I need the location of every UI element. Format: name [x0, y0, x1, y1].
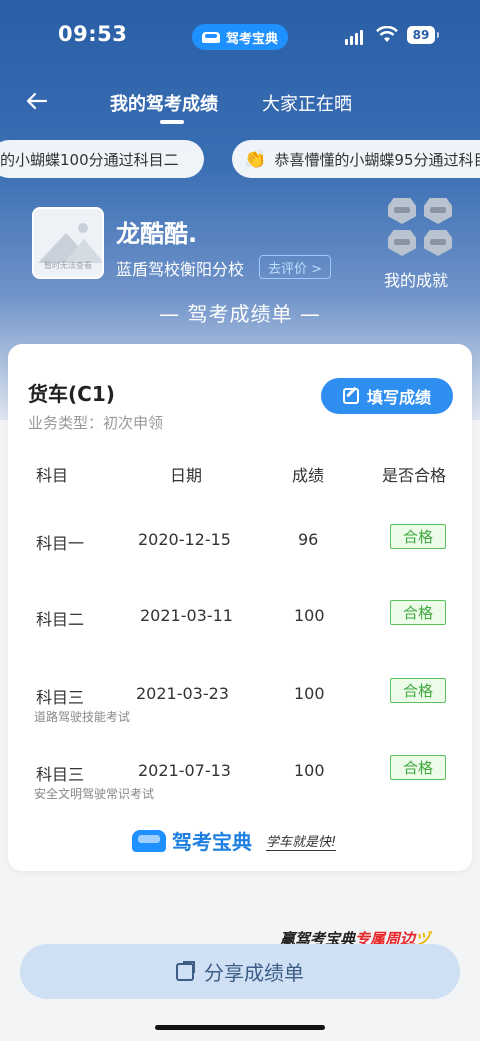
share-icon	[176, 962, 194, 981]
back-arrow-icon[interactable]	[22, 86, 52, 116]
row-score: 100	[294, 761, 325, 780]
car-icon	[201, 31, 220, 43]
row-date: 2021-07-13	[138, 761, 231, 780]
column-header-passed: 是否合格	[382, 466, 447, 485]
avatar-caption: 暂时无法查看	[44, 261, 92, 270]
row-subject-detail: 道路驾驶技能考试	[34, 710, 131, 724]
brand-name: 驾考宝典	[172, 830, 252, 854]
row-subject: 科目三	[36, 688, 85, 707]
row-subject: 科目三	[36, 765, 85, 784]
business-type: 业务类型：初次申领	[28, 414, 164, 432]
fill-score-label: 填写成绩	[366, 388, 431, 407]
share-score-button[interactable]: 分享成绩单	[20, 944, 460, 999]
status-time: 09:53	[58, 22, 128, 46]
column-header-score: 成绩	[292, 466, 325, 485]
badge-icon	[388, 230, 416, 256]
top-nav: 我的驾考成绩 大家正在晒	[0, 78, 480, 128]
tab-my-scores[interactable]: 我的驾考成绩	[110, 90, 218, 116]
pass-badge: 合格	[390, 524, 446, 549]
row-subject: 科目二	[36, 610, 85, 629]
brand-footer: 驾考宝典 学车就是快!	[132, 826, 337, 855]
badge-icon	[424, 230, 452, 256]
ticker-item[interactable]: 👏 恭喜懵懂的小蝴蝶95分通过科目三	[232, 140, 480, 178]
app-indicator-pill[interactable]: 驾考宝典	[192, 24, 288, 50]
pass-badge: 合格	[390, 755, 446, 780]
status-bar: 09:53 驾考宝典 89	[0, 0, 480, 72]
score-card: 货车(C1) 业务类型：初次申领 填写成绩 科目 日期 成绩 是否合格 科目一 …	[8, 344, 472, 871]
driving-school-name: 蓝盾驾校衡阳分校	[116, 260, 245, 279]
active-tab-indicator	[160, 120, 184, 124]
edit-icon	[342, 388, 359, 404]
table-row: 科目三 安全文明驾驶常识考试 2021-07-13 100 合格	[8, 755, 472, 821]
badge-icon	[424, 198, 452, 224]
achievement-badges[interactable]	[386, 198, 456, 260]
tab-everyone-sharing[interactable]: 大家正在晒	[262, 90, 352, 116]
row-score: 100	[294, 606, 325, 625]
column-header-subject: 科目	[36, 466, 69, 485]
column-header-date: 日期	[170, 466, 203, 485]
table-row: 科目三 道路驾驶技能考试 2021-03-23 100 合格	[8, 678, 472, 744]
placeholder-sun-icon	[78, 223, 88, 233]
brand-slogan: 学车就是快!	[266, 831, 337, 851]
row-date: 2021-03-23	[136, 684, 229, 703]
row-score: 100	[294, 684, 325, 703]
user-name: 龙酷酷.	[116, 220, 198, 248]
share-label: 分享成绩单	[204, 961, 304, 985]
car-logo-icon	[132, 829, 166, 852]
home-indicator[interactable]	[155, 1025, 325, 1030]
row-subject: 科目一	[36, 534, 85, 553]
cellular-signal-icon	[345, 30, 363, 45]
table-row: 科目一 2020-12-15 96 合格	[8, 524, 472, 590]
my-achievements-label[interactable]: 我的成就	[384, 267, 448, 291]
score-sheet-title: — 驾考成绩单 —	[159, 302, 321, 326]
row-score: 96	[298, 530, 319, 549]
pass-badge: 合格	[390, 600, 446, 625]
battery-level: 89	[412, 28, 430, 42]
row-subject-detail: 安全文明驾驶常识考试	[34, 787, 155, 801]
row-date: 2020-12-15	[138, 530, 231, 549]
table-row: 科目二 2021-03-11 100 合格	[8, 600, 472, 666]
clapping-hands-icon: 👏	[244, 148, 267, 170]
pass-badge: 合格	[390, 678, 446, 703]
vehicle-class: 货车(C1)	[28, 382, 115, 406]
ticker-text: 的小蝴蝶100分通过科目二	[0, 150, 179, 169]
app-name: 驾考宝典	[225, 31, 278, 47]
ticker-item[interactable]: 的小蝴蝶100分通过科目二	[0, 140, 204, 178]
fill-score-button[interactable]: 填写成绩	[321, 378, 453, 414]
avatar[interactable]: 暂时无法查看	[32, 207, 104, 279]
badge-icon	[388, 198, 416, 224]
review-button[interactable]: 去评价 >	[259, 255, 332, 279]
wifi-icon	[376, 26, 398, 42]
battery-icon: 89	[407, 26, 439, 44]
ticker-text: 恭喜懵懂的小蝴蝶95分通过科目三	[274, 150, 480, 169]
row-date: 2021-03-11	[140, 606, 233, 625]
